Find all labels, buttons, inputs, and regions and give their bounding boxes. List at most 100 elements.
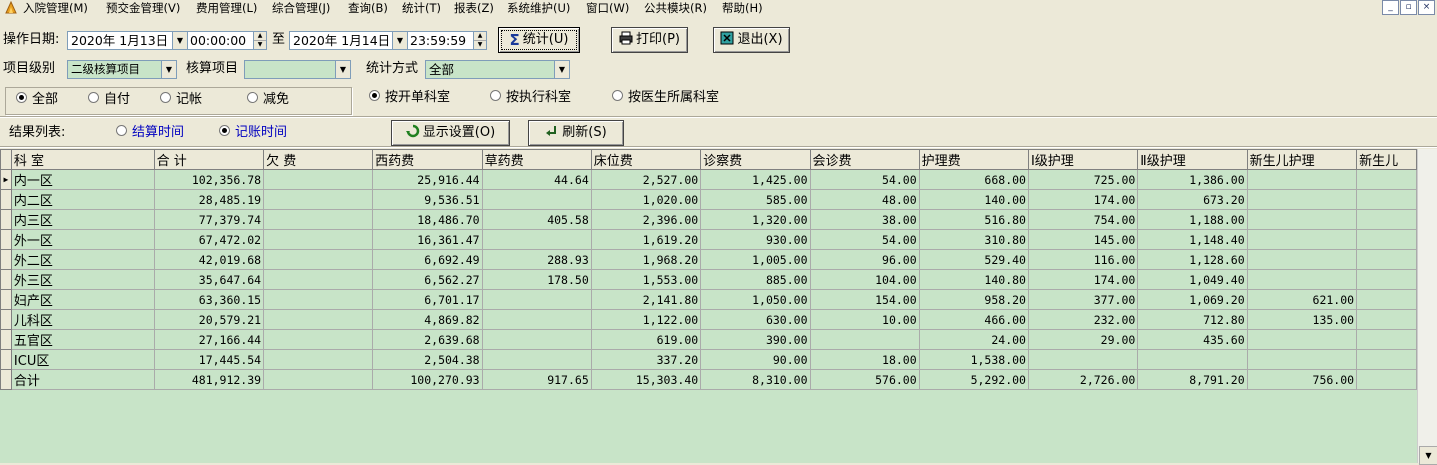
dept-cell[interactable]: 外二区	[10, 249, 155, 270]
table-cell[interactable]: 116.00	[1027, 249, 1139, 270]
table-cell[interactable]: 18,486.70	[372, 209, 483, 230]
column-header[interactable]: 会诊费	[809, 149, 920, 170]
column-header[interactable]: 合 计	[153, 149, 265, 170]
end-date-picker[interactable]: 2020年 1月14日 ▼	[289, 31, 408, 50]
restore-icon[interactable]: ▫	[1400, 0, 1417, 15]
table-row[interactable]: 内二区 28,485.19 9,536.51 1,020.00 585.00 48.00 1…	[0, 189, 1417, 210]
table-cell[interactable]: 712.80	[1137, 309, 1248, 330]
start-time-spinner[interactable]: ▲ ▼	[253, 32, 266, 49]
table-cell[interactable]: 516.80	[918, 209, 1029, 230]
table-cell[interactable]	[263, 229, 374, 250]
level-select[interactable]: 二级核算项目 ▼	[67, 60, 177, 79]
table-row[interactable]: 外三区 35,647.64 6,562.27 178.50 1,553.00 885.00…	[0, 269, 1417, 290]
table-cell[interactable]	[263, 349, 374, 370]
table-cell[interactable]: 1,148.40	[1137, 229, 1248, 250]
end-time-field[interactable]: 23:59:59 ▲ ▼	[407, 31, 487, 50]
table-cell[interactable]	[263, 369, 374, 390]
row-indicator[interactable]	[0, 269, 12, 290]
table-cell[interactable]: 6,692.49	[372, 249, 483, 270]
table-cell[interactable]: 288.93	[481, 249, 592, 270]
table-cell[interactable]: 1,020.00	[590, 189, 702, 210]
table-cell[interactable]: 54.00	[809, 229, 920, 250]
table-cell[interactable]: 1,122.00	[590, 309, 702, 330]
radio-all[interactable]: 全部	[16, 91, 58, 109]
dept-cell[interactable]: 内二区	[10, 189, 155, 210]
table-cell[interactable]: 9,536.51	[372, 189, 483, 210]
table-cell[interactable]: 435.60	[1137, 329, 1248, 350]
table-cell[interactable]: 668.00	[918, 169, 1029, 190]
table-cell[interactable]: 1,320.00	[700, 209, 811, 230]
row-indicator[interactable]	[0, 309, 12, 330]
table-cell[interactable]: 619.00	[590, 329, 702, 350]
table-cell[interactable]	[1246, 169, 1358, 190]
table-cell[interactable]: 2,504.38	[372, 349, 483, 370]
table-cell[interactable]	[263, 189, 374, 210]
row-indicator[interactable]	[0, 349, 12, 370]
dept-cell[interactable]: 外三区	[10, 269, 155, 290]
table-cell[interactable]: 390.00	[700, 329, 811, 350]
table-cell[interactable]: 232.00	[1027, 309, 1139, 330]
table-cell[interactable]: 18.00	[809, 349, 920, 370]
column-header[interactable]: Ⅰ级护理	[1027, 149, 1139, 170]
table-cell[interactable]: 1,553.00	[590, 269, 702, 290]
menu-system[interactable]: 系统维护(U)	[507, 0, 570, 16]
table-cell[interactable]: 2,141.80	[590, 289, 702, 310]
chevron-down-icon[interactable]: ▼	[161, 61, 176, 78]
refresh-button[interactable]: 刷新(S)	[528, 120, 624, 146]
table-row[interactable]: 外一区 67,472.02 16,361.47 1,619.20 930.00 54.00…	[0, 229, 1417, 250]
table-cell[interactable]: 145.00	[1027, 229, 1139, 250]
table-cell[interactable]: 104.00	[809, 269, 920, 290]
menu-general[interactable]: 综合管理(J)	[272, 0, 330, 16]
table-cell[interactable]: 576.00	[809, 369, 920, 390]
table-cell[interactable]: 100,270.93	[372, 369, 483, 390]
menu-fees[interactable]: 费用管理(L)	[196, 0, 257, 16]
table-cell[interactable]: 1,128.60	[1137, 249, 1248, 270]
close-icon[interactable]: ×	[1418, 0, 1435, 15]
table-cell[interactable]: 29.00	[1027, 329, 1139, 350]
menu-public[interactable]: 公共模块(R)	[644, 0, 707, 16]
table-cell[interactable]: 54.00	[809, 169, 920, 190]
table-cell[interactable]: 310.80	[918, 229, 1029, 250]
vertical-scrollbar[interactable]: ▼	[1417, 149, 1437, 465]
table-cell[interactable]: 337.20	[590, 349, 702, 370]
table-cell[interactable]: 673.20	[1137, 189, 1248, 210]
table-cell[interactable]	[263, 289, 374, 310]
menu-window[interactable]: 窗口(W)	[586, 0, 629, 16]
row-indicator[interactable]	[0, 329, 12, 350]
table-cell[interactable]: 529.40	[918, 249, 1029, 270]
table-cell[interactable]: 17,445.54	[153, 349, 265, 370]
table-cell[interactable]	[1356, 269, 1417, 290]
dept-cell[interactable]: 外一区	[10, 229, 155, 250]
table-cell[interactable]	[481, 349, 592, 370]
menu-query[interactable]: 查询(B)	[348, 0, 388, 16]
print-button[interactable]: 打印(P)	[611, 27, 688, 53]
menu-deposit[interactable]: 预交金管理(V)	[106, 0, 180, 16]
item-select[interactable]: ▼	[244, 60, 351, 79]
table-cell[interactable]: 90.00	[700, 349, 811, 370]
table-cell[interactable]	[1356, 229, 1417, 250]
column-header[interactable]: 新生儿	[1356, 149, 1417, 170]
menu-statistics[interactable]: 统计(T)	[402, 0, 441, 16]
chevron-down-icon[interactable]: ▼	[554, 61, 569, 78]
table-cell[interactable]: 35,647.64	[153, 269, 265, 290]
column-header[interactable]: 欠 费	[263, 149, 374, 170]
end-time-spinner[interactable]: ▲ ▼	[473, 32, 486, 49]
menu-admission[interactable]: 入院管理(M)	[23, 0, 88, 16]
table-cell[interactable]: 1,069.20	[1137, 289, 1248, 310]
column-header[interactable]: 科 室	[10, 149, 155, 170]
table-cell[interactable]: 1,538.00	[918, 349, 1029, 370]
table-cell[interactable]: 67,472.02	[153, 229, 265, 250]
table-cell[interactable]	[809, 329, 920, 350]
start-date-picker[interactable]: 2020年 1月13日 ▼	[67, 31, 188, 50]
table-cell[interactable]: 405.58	[481, 209, 592, 230]
table-cell[interactable]	[481, 229, 592, 250]
radio-charge[interactable]: 记帐	[160, 91, 202, 109]
menu-help[interactable]: 帮助(H)	[722, 0, 763, 16]
table-cell[interactable]	[481, 309, 592, 330]
display-settings-button[interactable]: 显示设置(O)	[391, 120, 510, 146]
row-indicator[interactable]	[0, 289, 12, 310]
chevron-down-icon[interactable]: ▼	[392, 32, 407, 49]
dept-cell[interactable]: ICU区	[10, 349, 155, 370]
dept-cell[interactable]: 儿科区	[10, 309, 155, 330]
dept-cell[interactable]: 内三区	[10, 209, 155, 230]
